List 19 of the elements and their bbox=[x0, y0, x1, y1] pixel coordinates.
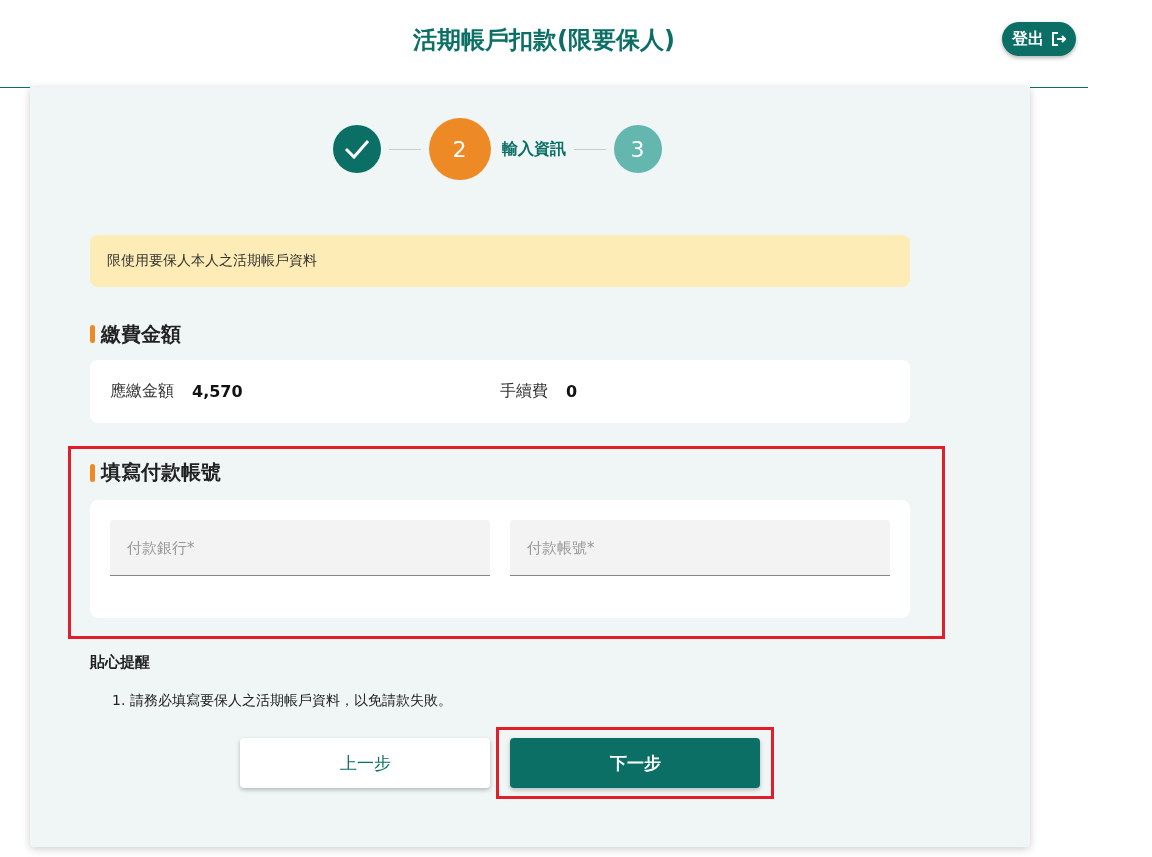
heading-marker bbox=[90, 325, 95, 343]
logout-button[interactable]: 登出 bbox=[1002, 22, 1076, 56]
amount-value: 4,570 bbox=[192, 382, 243, 401]
tip-text: 1. 請務必填寫要保人之活期帳戶資料，以免請款失敗。 bbox=[111, 692, 453, 710]
amount-label: 應繳金額 bbox=[110, 381, 174, 402]
page-title: 活期帳戶扣款(限要保人) bbox=[413, 25, 675, 56]
step-label: 輸入資訊 bbox=[501, 138, 566, 160]
section-heading: 繳費金額 bbox=[101, 320, 181, 348]
amount-label: 手續費 bbox=[500, 381, 548, 402]
heading-marker bbox=[90, 463, 95, 482]
logout-icon bbox=[1052, 32, 1066, 46]
notice-banner: 限使用要保人本人之活期帳戶資料 bbox=[90, 235, 910, 287]
amount-value: 0 bbox=[566, 382, 578, 401]
input-field[interactable]: 付款帳號* bbox=[510, 520, 890, 576]
next-button[interactable]: 下一步 bbox=[510, 738, 760, 788]
tips-heading: 貼心提醒 bbox=[90, 653, 151, 672]
section-heading: 填寫付款帳號 bbox=[101, 459, 221, 486]
input-field[interactable]: 付款銀行* bbox=[110, 520, 490, 576]
back-button[interactable]: 上一步 bbox=[240, 738, 490, 788]
